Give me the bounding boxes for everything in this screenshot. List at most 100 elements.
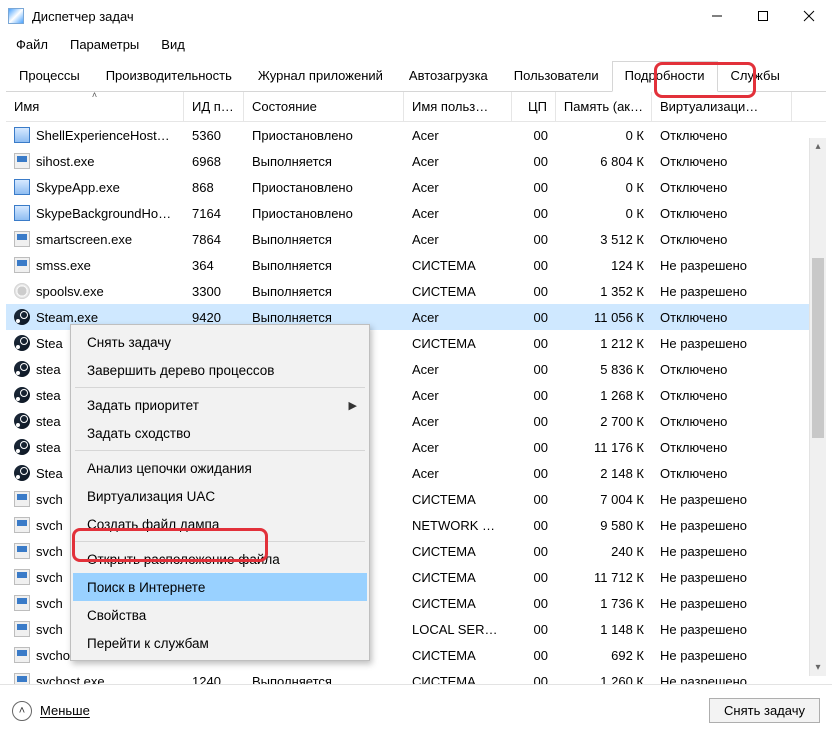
- process-cpu: 00: [512, 674, 556, 685]
- process-pid: 5360: [184, 128, 244, 143]
- tab-processes[interactable]: Процессы: [6, 61, 93, 92]
- context-menu-item[interactable]: Завершить дерево процессов: [73, 356, 367, 384]
- menu-view[interactable]: Вид: [151, 35, 195, 54]
- tab-app-history[interactable]: Журнал приложений: [245, 61, 396, 92]
- process-name: SkypeBackgroundHo…: [36, 206, 171, 221]
- table-row[interactable]: sihost.exe6968ВыполняетсяAcer006 804 КОт…: [6, 148, 826, 174]
- process-icon: [14, 257, 30, 273]
- process-user: Acer: [404, 466, 512, 481]
- minimize-button[interactable]: [694, 0, 740, 32]
- process-icon: [14, 621, 30, 637]
- process-virt: Не разрешено: [652, 570, 792, 585]
- process-state: Приостановлено: [244, 206, 404, 221]
- process-virt: Отключено: [652, 414, 792, 429]
- process-user: СИСТЕМА: [404, 674, 512, 685]
- context-menu-item[interactable]: Перейти к службам: [73, 629, 367, 657]
- process-mem: 5 836 К: [556, 362, 652, 377]
- process-state: Выполняется: [244, 232, 404, 247]
- fewer-details[interactable]: ˄ Меньше: [12, 701, 90, 721]
- chevron-up-icon: ˄: [12, 701, 32, 721]
- process-name: Stea: [36, 336, 63, 351]
- menu-file[interactable]: Файл: [6, 35, 58, 54]
- submenu-arrow-icon: ▶: [349, 399, 357, 412]
- process-state: Выполняется: [244, 154, 404, 169]
- context-menu-item[interactable]: Снять задачу: [73, 328, 367, 356]
- table-row[interactable]: ShellExperienceHost…5360ПриостановленоAc…: [6, 122, 826, 148]
- process-mem: 0 К: [556, 206, 652, 221]
- col-mem[interactable]: Память (ак…: [556, 92, 652, 121]
- process-virt: Не разрешено: [652, 648, 792, 663]
- table-row[interactable]: SkypeBackgroundHo…7164ПриостановленоAcer…: [6, 200, 826, 226]
- scroll-down-icon[interactable]: ▾: [810, 659, 826, 676]
- process-pid: 6968: [184, 154, 244, 169]
- scroll-up-icon[interactable]: ▴: [810, 138, 826, 155]
- process-name: Steam.exe: [36, 310, 98, 325]
- process-virt: Отключено: [652, 154, 792, 169]
- process-cpu: 00: [512, 128, 556, 143]
- context-menu-item[interactable]: Задать сходство: [73, 419, 367, 447]
- process-cpu: 00: [512, 622, 556, 637]
- process-name: spoolsv.exe: [36, 284, 104, 299]
- table-row[interactable]: smartscreen.exe7864ВыполняетсяAcer003 51…: [6, 226, 826, 252]
- process-virt: Не разрешено: [652, 674, 792, 685]
- context-menu-item[interactable]: Виртуализация UAC: [73, 482, 367, 510]
- process-mem: 11 176 К: [556, 440, 652, 455]
- context-menu-item[interactable]: Анализ цепочки ожидания: [73, 454, 367, 482]
- col-user[interactable]: Имя польз…: [404, 92, 512, 121]
- process-virt: Не разрешено: [652, 258, 792, 273]
- process-mem: 3 512 К: [556, 232, 652, 247]
- process-pid: 9420: [184, 310, 244, 325]
- process-user: СИСТЕМА: [404, 258, 512, 273]
- vertical-scrollbar[interactable]: ▴ ▾: [809, 138, 826, 676]
- process-user: LOCAL SER…: [404, 622, 512, 637]
- process-icon: [14, 387, 30, 403]
- process-user: Acer: [404, 154, 512, 169]
- process-state: Выполняется: [244, 284, 404, 299]
- process-icon: [14, 127, 30, 143]
- table-row[interactable]: SkypeApp.exe868ПриостановленоAcer000 КОт…: [6, 174, 826, 200]
- process-user: СИСТЕМА: [404, 492, 512, 507]
- process-mem: 0 К: [556, 180, 652, 195]
- task-manager-window: Диспетчер задач Файл Параметры Вид Проце…: [0, 0, 832, 736]
- maximize-button[interactable]: [740, 0, 786, 32]
- menu-separator: [75, 541, 365, 542]
- process-mem: 2 148 К: [556, 466, 652, 481]
- col-name[interactable]: Имя˄: [6, 92, 184, 121]
- process-icon: [14, 595, 30, 611]
- process-cpu: 00: [512, 596, 556, 611]
- tab-details[interactable]: Подробности: [612, 61, 718, 92]
- tab-services[interactable]: Службы: [718, 61, 793, 92]
- process-mem: 1 268 К: [556, 388, 652, 403]
- table-row[interactable]: smss.exe364ВыполняетсяСИСТЕМА00124 КНе р…: [6, 252, 826, 278]
- context-menu-item[interactable]: Свойства: [73, 601, 367, 629]
- tab-users[interactable]: Пользователи: [501, 61, 612, 92]
- context-menu: Снять задачуЗавершить дерево процессов За…: [70, 324, 370, 661]
- process-user: СИСТЕМА: [404, 648, 512, 663]
- context-menu-item[interactable]: Задать приоритет▶: [73, 391, 367, 419]
- footer: ˄ Меньше Снять задачу: [0, 684, 832, 736]
- scroll-thumb[interactable]: [812, 258, 824, 438]
- process-cpu: 00: [512, 440, 556, 455]
- context-menu-item[interactable]: Создать файл дампа: [73, 510, 367, 538]
- context-menu-item[interactable]: Открыть расположение файла: [73, 545, 367, 573]
- tab-performance[interactable]: Производительность: [93, 61, 245, 92]
- menu-options[interactable]: Параметры: [60, 35, 149, 54]
- context-menu-item[interactable]: Поиск в Интернете: [73, 573, 367, 601]
- col-virt[interactable]: Виртуализаци…: [652, 92, 792, 121]
- table-row[interactable]: spoolsv.exe3300ВыполняетсяСИСТЕМА001 352…: [6, 278, 826, 304]
- process-icon: [14, 413, 30, 429]
- menubar: Файл Параметры Вид: [0, 32, 832, 56]
- col-pid[interactable]: ИД п…: [184, 92, 244, 121]
- end-task-button[interactable]: Снять задачу: [709, 698, 820, 723]
- tab-startup[interactable]: Автозагрузка: [396, 61, 501, 92]
- close-button[interactable]: [786, 0, 832, 32]
- table-row[interactable]: svchost.exe1240ВыполняетсяСИСТЕМА001 260…: [6, 668, 826, 684]
- process-cpu: 00: [512, 310, 556, 325]
- process-icon: [14, 673, 30, 684]
- process-virt: Отключено: [652, 388, 792, 403]
- col-cpu[interactable]: ЦП: [512, 92, 556, 121]
- process-virt: Не разрешено: [652, 622, 792, 637]
- process-state: Выполняется: [244, 258, 404, 273]
- col-state[interactable]: Состояние: [244, 92, 404, 121]
- process-state: Приостановлено: [244, 180, 404, 195]
